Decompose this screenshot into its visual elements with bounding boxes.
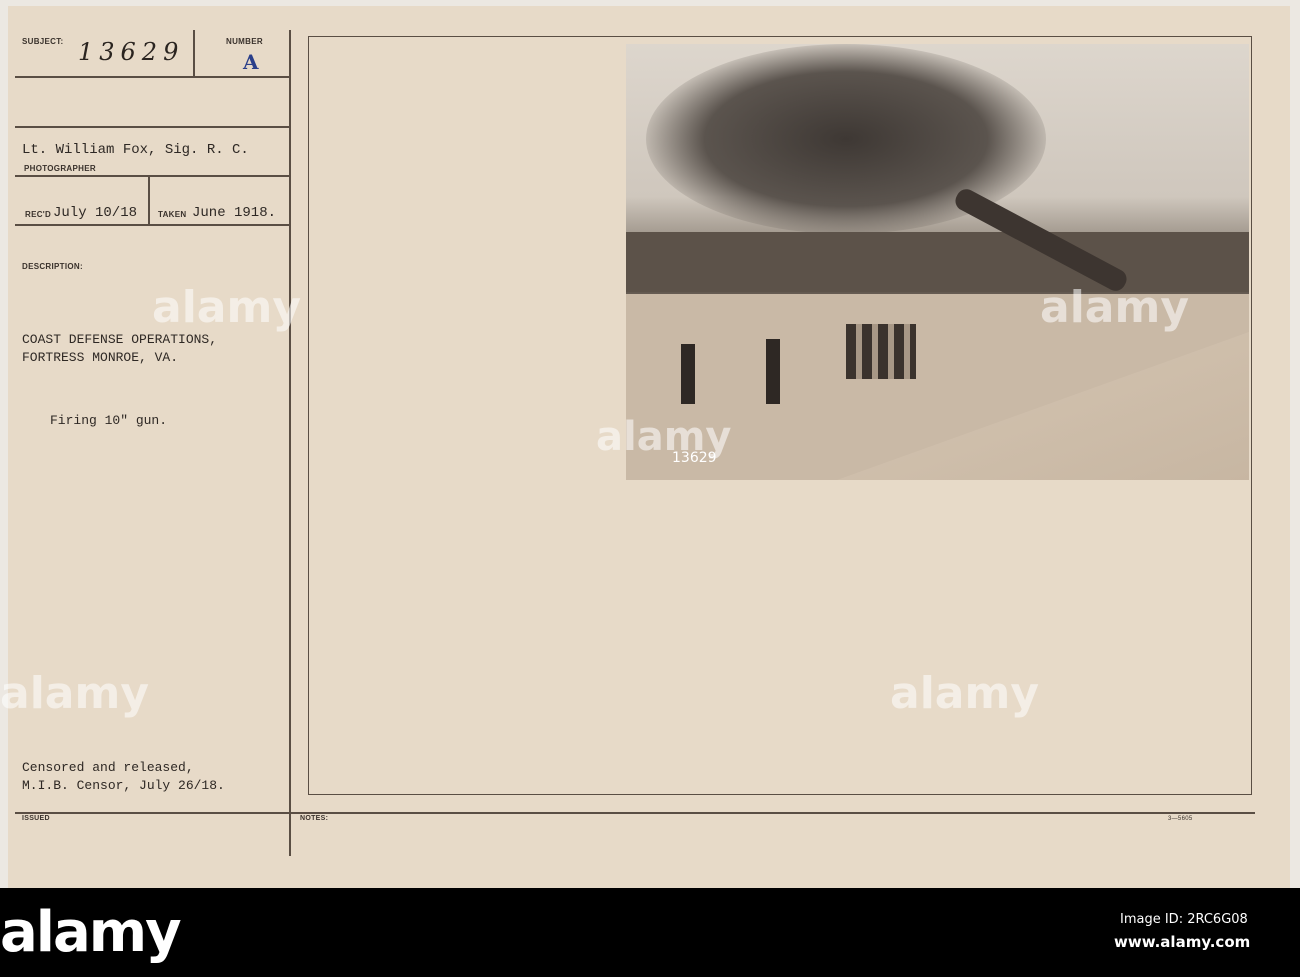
subject-label: SUBJECT: — [22, 37, 64, 46]
recd-label: REC'D — [25, 210, 52, 219]
description-line: Firing 10" gun. — [50, 413, 168, 428]
photographer-name: Lt. William Fox, Sig. R. C. — [22, 142, 249, 158]
description-label: DESCRIPTION: — [22, 262, 83, 271]
soldier — [681, 344, 695, 404]
divider — [15, 175, 289, 177]
divider — [15, 224, 289, 226]
censor-line: Censored and released, — [22, 760, 194, 775]
divider — [15, 76, 289, 78]
watermark: alamy — [890, 668, 1039, 719]
photographer-label: PHOTOGRAPHER — [24, 164, 96, 173]
issued-label: ISSUED — [22, 815, 50, 822]
divider — [15, 812, 1255, 814]
watermark: alamy — [1040, 282, 1189, 333]
censor-line: M.I.B. Censor, July 26/18. — [22, 778, 225, 793]
number-label: NUMBER — [226, 37, 263, 46]
watermark: alamy — [596, 414, 732, 460]
description-line: COAST DEFENSE OPERATIONS, — [22, 332, 218, 347]
watermark: alamy — [0, 668, 149, 719]
taken-label: TAKEN — [158, 210, 187, 219]
divider — [15, 126, 289, 128]
number-value: A — [243, 50, 259, 74]
description-line: FORTRESS MONROE, VA. — [22, 350, 179, 365]
column-divider — [289, 30, 291, 856]
subject-number: 13629 — [78, 38, 185, 66]
divider — [148, 176, 150, 224]
site-url[interactable]: www.alamy.com — [1114, 933, 1250, 951]
watermark: alamy — [152, 282, 301, 333]
gun-crew — [846, 324, 916, 379]
image-id: Image ID: 2RC6G08 — [1120, 912, 1248, 927]
taken-value: June 1918. — [192, 205, 277, 221]
footer-bar: alamy Image ID: 2RC6G08 www.alamy.com — [0, 888, 1300, 977]
form-number: 3—5605 — [1168, 816, 1193, 822]
divider — [193, 30, 195, 76]
recd-value: July 10/18 — [53, 205, 138, 221]
soldier — [766, 339, 780, 404]
alamy-logo: alamy — [0, 900, 182, 965]
notes-label: NOTES: — [300, 815, 329, 822]
